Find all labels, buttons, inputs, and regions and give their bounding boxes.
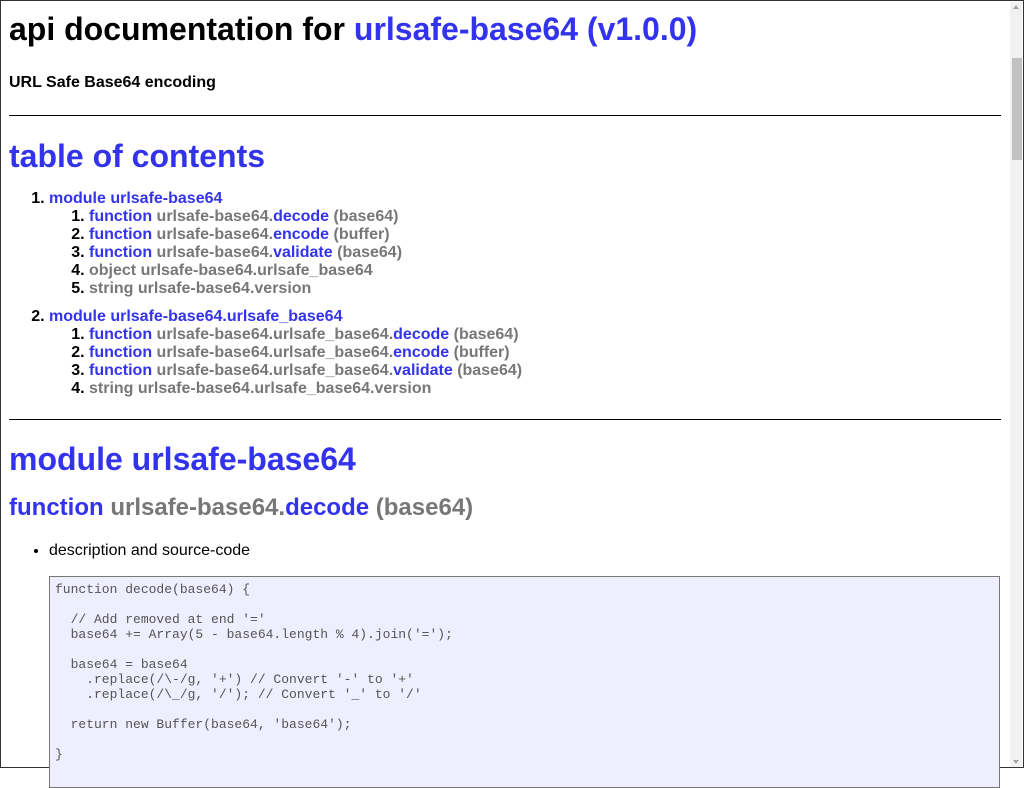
toc-item-args: (base64) [457,362,523,379]
divider [9,115,1001,116]
toc-item-label: object urlsafe-base64.urlsafe_base64 [89,262,373,279]
toc-item-link[interactable]: function urlsafe-base64.urlsafe_base64.e… [89,344,510,361]
description-item: description and source-code [49,541,1001,561]
module-heading: module urlsafe-base64 [9,441,356,477]
toc-module-link[interactable]: module urlsafe-base64 [49,190,222,207]
toc-item: function urlsafe-base64.urlsafe_base64.e… [89,344,1001,362]
toc-item-link[interactable]: function urlsafe-base64.urlsafe_base64.v… [89,362,522,379]
toc-item-args: (base64) [337,244,403,261]
scrollbar-thumb[interactable] [1012,58,1022,160]
toc-item-name: validate [273,244,333,261]
toc-item: string urlsafe-base64.version [89,280,1001,298]
function-prefix: urlsafe-base64. [110,494,286,521]
toc-item: function urlsafe-base64.decode (base64) [89,208,1001,226]
scroll-down-arrow-icon[interactable] [1013,760,1019,764]
toc-module: module urlsafe-base64 function urlsafe-b… [49,190,1001,298]
toc-item: string urlsafe-base64.urlsafe_base64.ver… [89,380,1001,398]
toc-item-label: string urlsafe-base64.version [89,280,312,297]
toc-item-prefix: urlsafe-base64.urlsafe_base64. [156,362,394,379]
toc-item-kind: function [89,244,153,261]
toc-item-name: encode [273,226,330,243]
toc-item-name: decode [393,326,450,343]
page: api documentation for urlsafe-base64 (v1… [9,1,1001,561]
toc-item-label: string urlsafe-base64.urlsafe_base64.ver… [89,380,432,397]
function-args: (base64) [375,494,474,521]
toc-item-prefix: urlsafe-base64. [156,208,274,225]
toc-item: function urlsafe-base64.validate (base64… [89,244,1001,262]
description-list: description and source-code [9,541,1001,561]
toc-list: module urlsafe-base64 function urlsafe-b… [9,190,1001,398]
scroll-up-arrow-icon[interactable] [1013,5,1019,9]
toc-item-name: decode [273,208,330,225]
toc-item: function urlsafe-base64.urlsafe_base64.v… [89,362,1001,380]
source-code-block: function decode(base64) { // Add removed… [49,576,1000,788]
toc-module-link[interactable]: module urlsafe-base64.urlsafe_base64 [49,308,342,325]
toc-item-args: (base64) [453,326,519,343]
function-kind: function [9,494,104,521]
function-name: decode [285,494,370,521]
toc-item-kind: function [89,326,153,343]
toc-module: module urlsafe-base64.urlsafe_base64 fun… [49,308,1001,398]
vertical-scrollbar[interactable] [1010,2,1022,767]
toc-item-args: (buffer) [333,226,390,243]
toc-item-name: validate [393,362,453,379]
toc-item-link[interactable]: function urlsafe-base64.urlsafe_base64.d… [89,326,519,343]
toc-item-link[interactable]: function urlsafe-base64.encode (buffer) [89,226,390,243]
toc-item-link[interactable]: function urlsafe-base64.decode (base64) [89,208,398,225]
page-title-prefix: api documentation for [9,11,345,47]
toc-item-kind: function [89,226,153,243]
toc-item-link[interactable]: function urlsafe-base64.validate (base64… [89,244,402,261]
divider [9,419,1001,420]
toc-heading: table of contents [9,138,266,174]
toc-item: function urlsafe-base64.encode (buffer) [89,226,1001,244]
toc-item-args: (base64) [333,208,399,225]
toc-item-kind: function [89,208,153,225]
toc-item-kind: function [89,362,153,379]
toc-item-prefix: urlsafe-base64.urlsafe_base64. [156,344,394,361]
page-title: api documentation for urlsafe-base64 (v1… [9,9,1001,49]
package-description: URL Safe Base64 encoding [9,74,216,91]
toc-item-name: encode [393,344,450,361]
toc-item-prefix: urlsafe-base64.urlsafe_base64. [156,326,394,343]
toc-item: object urlsafe-base64.urlsafe_base64 [89,262,1001,280]
toc-sublist: function urlsafe-base64.urlsafe_base64.d… [49,326,1001,398]
toc-item-kind: function [89,344,153,361]
toc-item-args: (buffer) [453,344,510,361]
function-heading: function urlsafe-base64.decode (base64) [9,493,1001,523]
toc-sublist: function urlsafe-base64.decode (base64) … [49,208,1001,298]
toc-item-prefix: urlsafe-base64. [156,244,274,261]
package-link[interactable]: urlsafe-base64 (v1.0.0) [354,11,697,47]
toc-item-prefix: urlsafe-base64. [156,226,274,243]
toc-item: function urlsafe-base64.urlsafe_base64.d… [89,326,1001,344]
